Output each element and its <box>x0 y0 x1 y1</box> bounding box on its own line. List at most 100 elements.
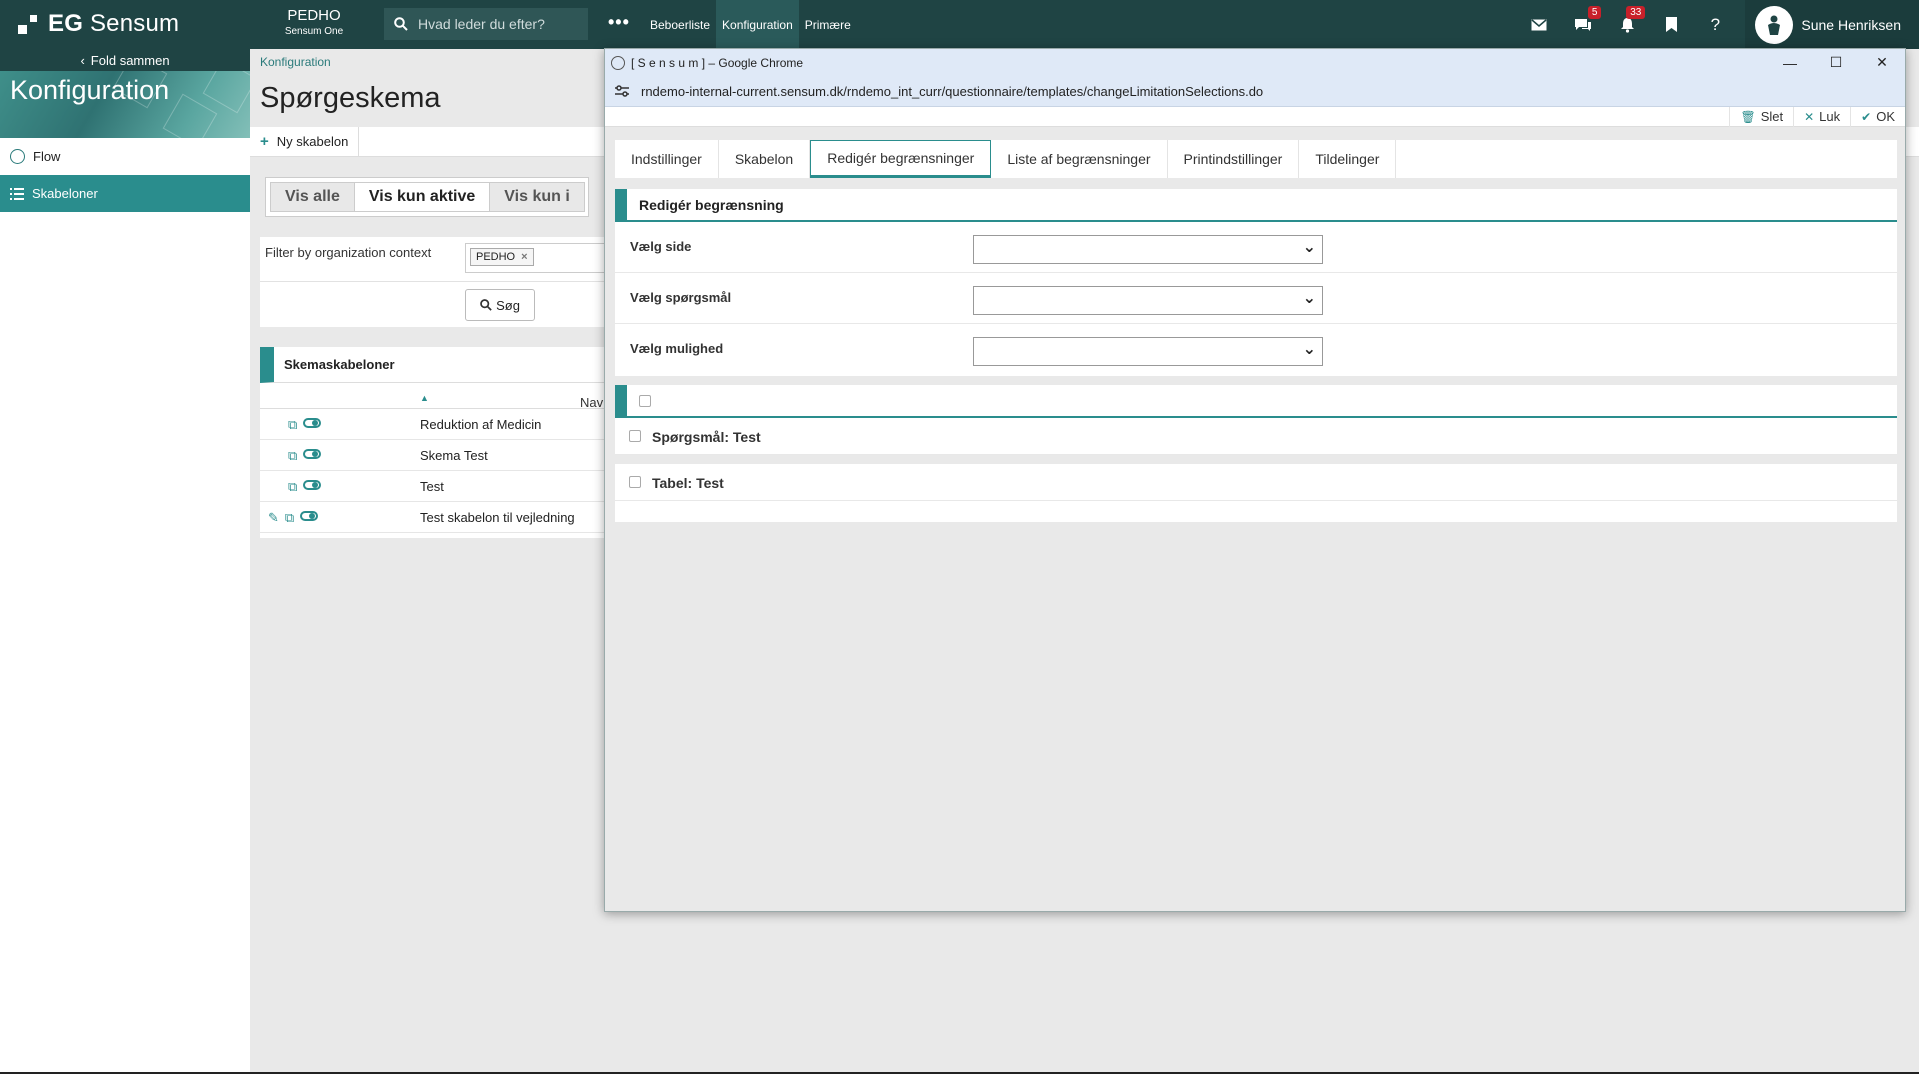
delete-button[interactable]: 🗑 Slet <box>1729 106 1793 127</box>
search-input[interactable]: Hvad leder du efter? <box>384 8 588 40</box>
item-checkbox[interactable] <box>629 476 641 488</box>
section-title-text: Konfiguration <box>10 75 170 105</box>
filter-chip-label: PEDHO <box>476 251 516 263</box>
popup-window: [ S e n s u m ] – Google Chrome — ☐ ✕ rn… <box>604 48 1906 912</box>
minimize-icon[interactable]: — <box>1767 49 1813 76</box>
org-name: PEDHO <box>287 7 341 24</box>
search-button[interactable]: Søg <box>465 289 535 321</box>
item-checkbox[interactable] <box>629 430 641 442</box>
new-template-button[interactable]: + Ny skabelon <box>250 126 360 157</box>
messages-badge: 5 <box>1587 6 1602 19</box>
select-option-dropdown[interactable] <box>973 337 1323 366</box>
tab-skabelon[interactable]: Skabelon <box>719 140 811 178</box>
column-name-header[interactable]: Navn ▲ <box>420 389 610 410</box>
sidebar-item-label: Skabeloner <box>32 186 98 201</box>
org-selector[interactable]: PEDHO Sensum One <box>278 7 350 37</box>
sort-asc-icon: ▲ <box>420 393 429 403</box>
list-icon <box>10 187 24 200</box>
maximize-icon[interactable]: ☐ <box>1813 49 1859 76</box>
select-question-dropdown[interactable] <box>973 286 1323 315</box>
form-row-page: Vælg side <box>615 222 1897 273</box>
filter-label: Filter by organization context <box>265 245 432 260</box>
edit-icon[interactable]: ✎ <box>268 510 279 526</box>
list-header <box>615 385 1897 418</box>
window-title-bar[interactable]: [ S e n s u m ] – Google Chrome — ☐ ✕ <box>605 49 1905 76</box>
search-icon <box>394 17 408 31</box>
nav-konfiguration[interactable]: Konfiguration <box>716 0 799 49</box>
breadcrumb[interactable]: Konfiguration <box>260 55 331 69</box>
tab-rediger-begraensninger[interactable]: Redigér begrænsninger <box>810 140 992 178</box>
mail-icon[interactable] <box>1517 0 1561 49</box>
field-label: Vælg side <box>630 239 692 254</box>
toggle-icon[interactable] <box>300 511 319 521</box>
logo-name: Sensum <box>89 10 180 37</box>
window-title: [ S e n s u m ] – Google Chrome <box>631 55 804 70</box>
form-title: Redigér begrænsning <box>615 189 1897 222</box>
toggle-icon[interactable] <box>303 480 322 490</box>
chrome-icon <box>611 55 625 70</box>
logo-icon <box>18 13 40 35</box>
tab-bar: Indstillinger Skabelon Redigér begrænsni… <box>615 140 1897 178</box>
segment-show-inactive[interactable]: Vis kun i <box>489 182 585 212</box>
site-settings-icon[interactable] <box>615 85 629 97</box>
select-all-checkbox[interactable] <box>639 395 651 407</box>
bell-icon[interactable]: 33 <box>1605 0 1649 49</box>
nav-beboerliste[interactable]: Beboerliste <box>644 0 716 49</box>
user-name: Sune Henriksen <box>1801 16 1901 33</box>
list-item: Spørgsmål: Test <box>615 418 1897 455</box>
check-icon: ✔ <box>1861 109 1872 124</box>
fold-button[interactable]: ‹ Fold sammen <box>0 49 250 71</box>
avatar <box>1755 5 1794 44</box>
tab-indstillinger[interactable]: Indstillinger <box>615 140 719 178</box>
field-label: Vælg mulighed <box>630 341 724 356</box>
x-icon: ✕ <box>1804 109 1815 124</box>
ok-button[interactable]: ✔ OK <box>1850 106 1905 127</box>
sidebar-item-skabeloner[interactable]: Skabeloner <box>0 175 250 212</box>
help-icon[interactable]: ? <box>1693 0 1737 49</box>
close-icon[interactable]: ✕ <box>1859 49 1905 76</box>
filter-chip: PEDHO × <box>470 248 534 266</box>
org-sub: Sensum One <box>284 26 344 37</box>
toggle-icon[interactable] <box>303 449 322 459</box>
chevron-left-icon: ‹ <box>80 52 85 68</box>
search-icon <box>480 299 492 311</box>
sidebar-item-flow[interactable]: Flow <box>0 138 250 175</box>
delete-label: Slet <box>1760 109 1784 124</box>
visibility-segmented-control: Vis alle Vis kun aktive Vis kun i <box>265 177 589 217</box>
copy-icon[interactable]: ⧉ <box>288 479 297 495</box>
logo[interactable]: EG Sensum <box>18 10 179 38</box>
nav-primaere[interactable]: Primære <box>799 0 857 49</box>
user-menu[interactable]: Sune Henriksen <box>1745 0 1919 49</box>
tab-printindstillinger[interactable]: Printindstillinger <box>1168 140 1300 178</box>
more-menu-icon[interactable]: ••• <box>608 12 630 33</box>
top-icons: 5 33 ? Sune Henriksen <box>1517 0 1919 49</box>
window-controls: — ☐ ✕ <box>1767 49 1905 76</box>
tab-tildelinger[interactable]: Tildelinger <box>1299 140 1397 178</box>
tab-liste-af-begraensninger[interactable]: Liste af begrænsninger <box>991 140 1168 178</box>
toggle-icon[interactable] <box>303 418 322 428</box>
plus-icon: + <box>260 133 269 150</box>
item-label: Tabel: Test <box>652 475 724 491</box>
segment-show-active[interactable]: Vis kun aktive <box>353 182 491 212</box>
copy-icon[interactable]: ⧉ <box>288 448 297 464</box>
search-button-label: Søg <box>496 297 520 313</box>
select-page-dropdown[interactable] <box>973 235 1323 264</box>
chat-icon[interactable]: 5 <box>1561 0 1605 49</box>
row-name[interactable]: Test <box>420 479 444 494</box>
limitation-form: Redigér begrænsning Vælg side Vælg spørg… <box>615 189 1897 376</box>
remove-chip-icon[interactable]: × <box>521 251 527 263</box>
limitation-items-list: Spørgsmål: Test Tabel: Test <box>615 385 1897 522</box>
row-name[interactable]: Reduktion af Medicin <box>420 417 541 432</box>
new-template-label: Ny skabelon <box>276 134 349 149</box>
segment-show-all[interactable]: Vis alle <box>270 182 355 212</box>
address-bar[interactable]: rndemo-internal-current.sensum.dk/rndemo… <box>605 76 1905 107</box>
bookmark-icon[interactable] <box>1649 0 1693 49</box>
row-name[interactable]: Test skabelon til vejledning <box>420 510 575 525</box>
row-name[interactable]: Skema Test <box>420 448 488 463</box>
page-title: Spørgeskema <box>260 82 441 114</box>
copy-icon[interactable]: ⧉ <box>288 417 297 433</box>
url-text[interactable]: rndemo-internal-current.sensum.dk/rndemo… <box>641 84 1263 99</box>
logo-prefix: EG <box>48 10 84 37</box>
copy-icon[interactable]: ⧉ <box>285 510 294 526</box>
close-button[interactable]: ✕ Luk <box>1793 106 1850 127</box>
